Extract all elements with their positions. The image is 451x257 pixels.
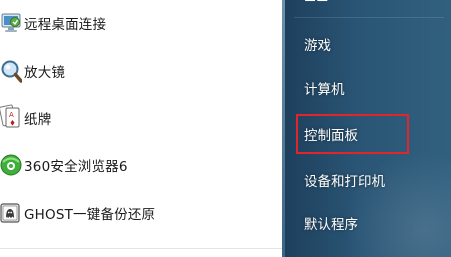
start-menu: 远程桌面连接 放大镜 A 纸牌 360安全浏览器6 GHOST一键备份还原 游戏… — [0, 0, 451, 257]
place-item-games[interactable]: 游戏 — [304, 34, 331, 54]
browser-360-icon — [0, 150, 22, 180]
magnifier-icon — [0, 56, 23, 86]
solitaire-icon: A — [0, 103, 22, 133]
program-item-magnifier[interactable]: 放大镜 — [0, 51, 272, 91]
place-item-devices-printers[interactable]: 设备和打印机 — [304, 170, 385, 190]
program-item-ghost-backup[interactable]: GHOST一键备份还原 — [0, 193, 272, 233]
cropped-place-item: ▬▬ — [304, 0, 329, 6]
place-divider — [294, 17, 444, 18]
ghost-backup-icon — [0, 198, 22, 228]
place-item-computer[interactable]: 计算机 — [304, 78, 345, 98]
program-label: 360安全浏览器6 — [24, 159, 128, 175]
program-item-360-browser[interactable]: 360安全浏览器6 — [0, 145, 272, 185]
svg-text:A: A — [9, 111, 14, 119]
programs-pane: 远程桌面连接 放大镜 A 纸牌 360安全浏览器6 GHOST一键备份还原 — [0, 0, 282, 257]
place-item-default-programs[interactable]: 默认程序 — [304, 213, 358, 233]
program-label: GHOST一键备份还原 — [24, 207, 156, 223]
program-label: 放大镜 — [24, 65, 66, 81]
program-label: 远程桌面连接 — [24, 17, 107, 33]
remote-desktop-icon — [0, 8, 22, 38]
program-item-solitaire[interactable]: A 纸牌 — [0, 98, 272, 138]
control-panel-highlight — [296, 114, 409, 154]
program-label: 纸牌 — [24, 112, 52, 128]
program-item-remote-desktop[interactable]: 远程桌面连接 — [0, 3, 272, 43]
pane-divider — [0, 248, 282, 249]
